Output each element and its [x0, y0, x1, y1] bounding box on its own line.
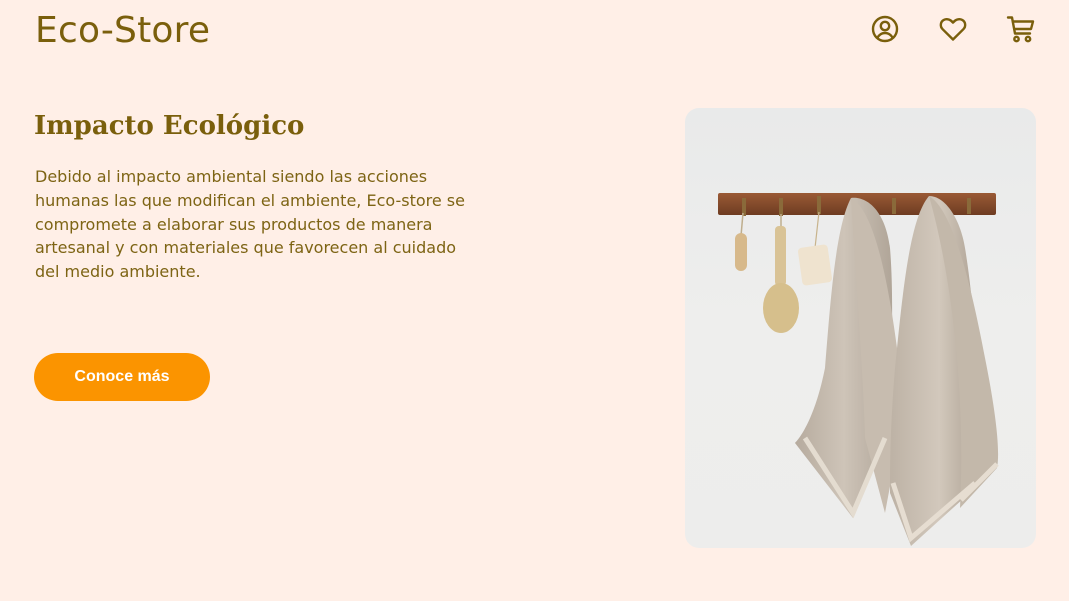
hero-title: Impacto Ecológico	[34, 111, 305, 141]
header-icons	[870, 14, 1036, 44]
conoce-mas-button[interactable]: Conoce más	[34, 353, 210, 401]
towels-illustration	[718, 193, 999, 546]
hero-description: Debido al impacto ambiental siendo las a…	[35, 167, 465, 282]
header: Eco-Store	[0, 0, 1069, 70]
heart-icon[interactable]	[938, 14, 968, 44]
towels-on-hooks-image	[685, 108, 1036, 548]
user-circle-icon[interactable]	[870, 14, 900, 44]
logo[interactable]: Eco-Store	[35, 10, 210, 51]
cart-icon[interactable]	[1006, 14, 1036, 44]
